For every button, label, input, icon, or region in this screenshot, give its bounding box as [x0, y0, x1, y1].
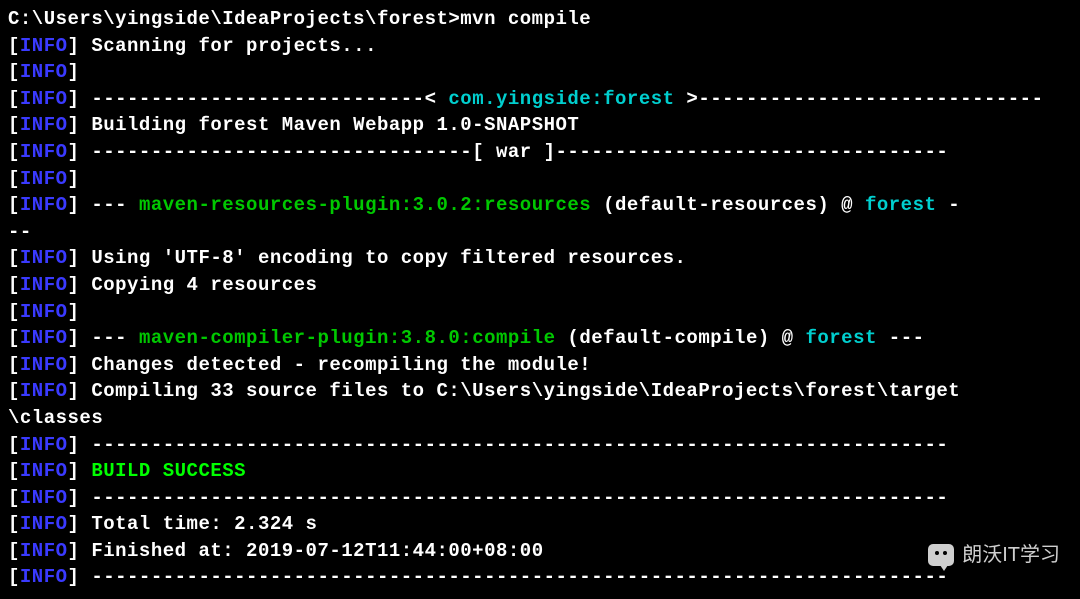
- info-tag: INFO: [20, 194, 68, 216]
- info-tag: INFO: [20, 540, 68, 562]
- watermark: 朗沃IT学习: [928, 541, 1060, 569]
- log-line-utf8: [INFO] Using 'UTF-8' encoding to copy fi…: [8, 245, 1072, 272]
- log-line-dash: [INFO] ---------------------------------…: [8, 564, 1072, 591]
- plugin-resources: maven-resources-plugin:3.0.2:resources: [139, 194, 591, 216]
- log-line-dash: [INFO] ---------------------------------…: [8, 485, 1072, 512]
- log-line-project-header: [INFO] ----------------------------< com…: [8, 86, 1072, 113]
- log-line-building: [INFO] Building forest Maven Webapp 1.0-…: [8, 112, 1072, 139]
- info-tag: INFO: [20, 114, 68, 136]
- log-line-compiling: [INFO] Compiling 33 source files to C:\U…: [8, 378, 1072, 405]
- info-tag: INFO: [20, 380, 68, 402]
- info-tag: INFO: [20, 61, 68, 83]
- command-prompt: C:\Users\yingside\IdeaProjects\forest>mv…: [8, 8, 591, 30]
- info-tag: INFO: [20, 487, 68, 509]
- plugin-compiler: maven-compiler-plugin:3.8.0:compile: [139, 327, 556, 349]
- log-line-total-time: [INFO] Total time: 2.324 s: [8, 511, 1072, 538]
- project-id: com.yingside:forest: [448, 88, 674, 110]
- log-line-changes: [INFO] Changes detected - recompiling th…: [8, 352, 1072, 379]
- log-line-dash: [INFO] ---------------------------------…: [8, 432, 1072, 459]
- info-tag: INFO: [20, 354, 68, 376]
- log-line-cont: --: [8, 219, 1072, 246]
- info-tag: INFO: [20, 141, 68, 163]
- log-line-classes-cont: \classes: [8, 405, 1072, 432]
- log-line-empty: [INFO]: [8, 299, 1072, 326]
- build-success: BUILD SUCCESS: [79, 460, 246, 482]
- log-line-war: [INFO] --------------------------------[…: [8, 139, 1072, 166]
- log-line-empty: [INFO]: [8, 59, 1072, 86]
- info-tag: INFO: [20, 327, 68, 349]
- info-tag: INFO: [20, 434, 68, 456]
- info-tag: INFO: [20, 88, 68, 110]
- info-tag: INFO: [20, 513, 68, 535]
- log-line-compiler-plugin: [INFO] --- maven-compiler-plugin:3.8.0:c…: [8, 325, 1072, 352]
- log-line-finished-at: [INFO] Finished at: 2019-07-12T11:44:00+…: [8, 538, 1072, 565]
- info-tag: INFO: [20, 247, 68, 269]
- log-line-empty: [INFO]: [8, 166, 1072, 193]
- watermark-text: 朗沃IT学习: [962, 541, 1060, 569]
- info-tag: INFO: [20, 274, 68, 296]
- log-line-copying: [INFO] Copying 4 resources: [8, 272, 1072, 299]
- project-name: forest: [865, 194, 936, 216]
- info-tag: INFO: [20, 566, 68, 588]
- prompt-line: C:\Users\yingside\IdeaProjects\forest>mv…: [8, 6, 1072, 33]
- log-line-resources-plugin: [INFO] --- maven-resources-plugin:3.0.2:…: [8, 192, 1072, 219]
- info-tag: INFO: [20, 460, 68, 482]
- info-tag: INFO: [20, 168, 68, 190]
- project-name: forest: [805, 327, 876, 349]
- log-line-build-success: [INFO] BUILD SUCCESS: [8, 458, 1072, 485]
- log-line-scan: [INFO] Scanning for projects...: [8, 33, 1072, 60]
- wechat-icon: [928, 544, 954, 566]
- info-tag: INFO: [20, 301, 68, 323]
- info-tag: INFO: [20, 35, 68, 57]
